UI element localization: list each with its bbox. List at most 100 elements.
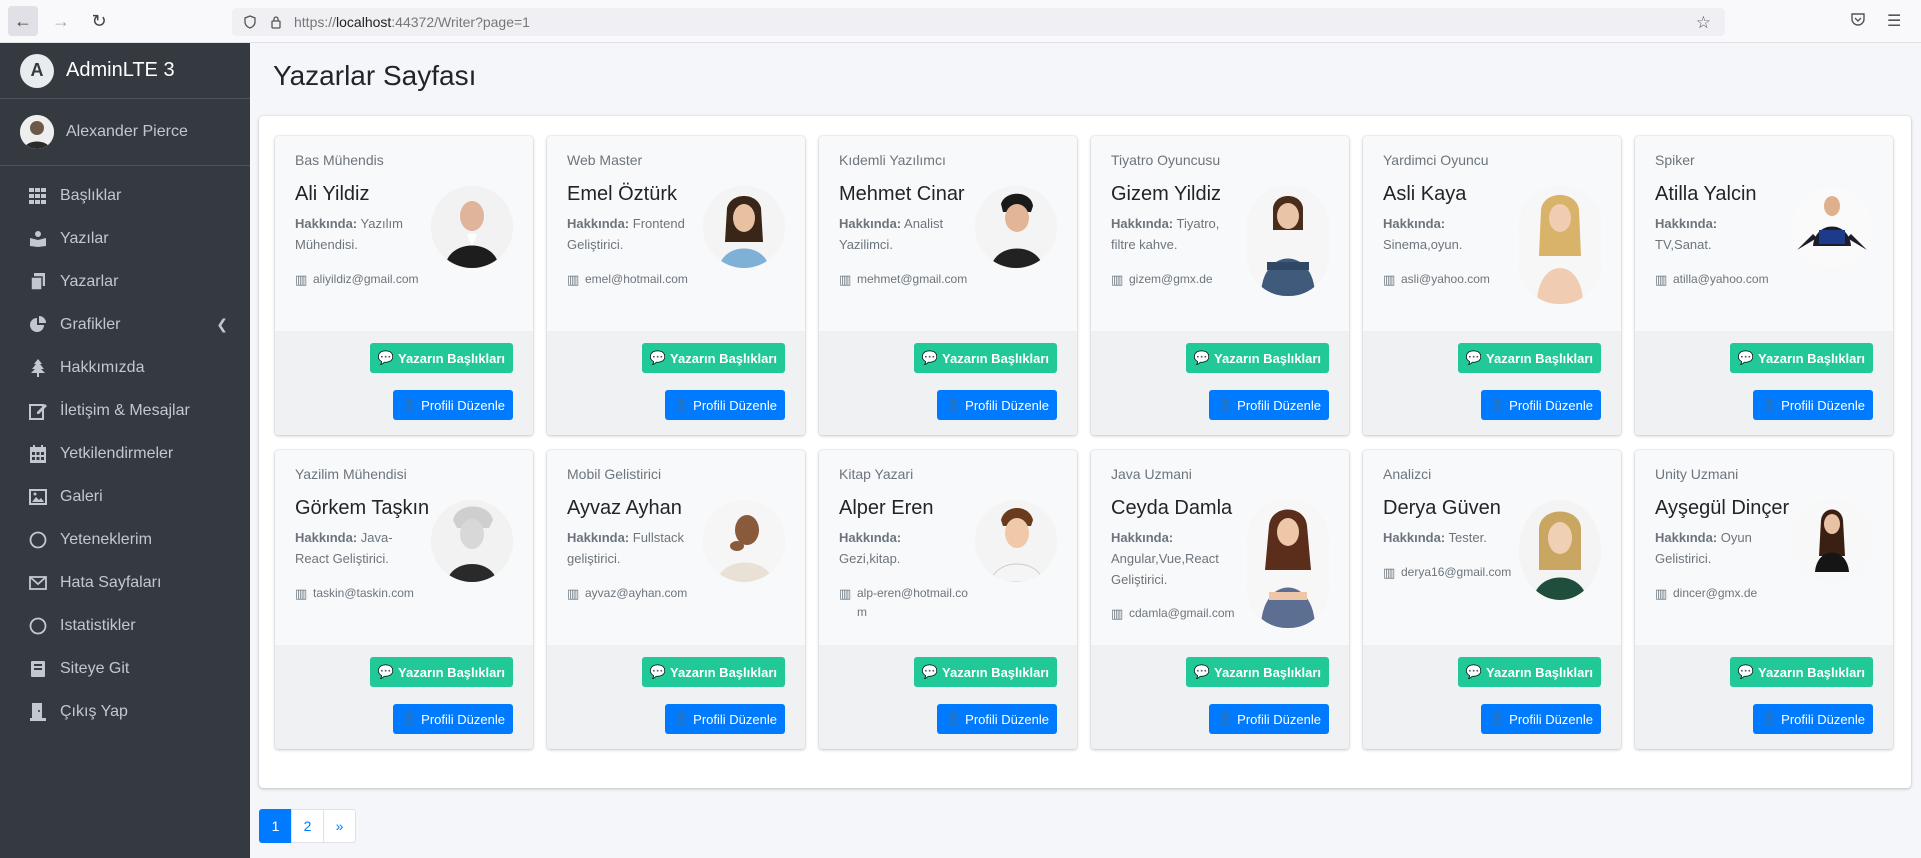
lock-icon[interactable] (268, 14, 284, 30)
button-label: Yazarın Başlıkları (1758, 664, 1865, 680)
url-scheme: https:// (294, 14, 337, 30)
email-text: asli@yahoo.com (1401, 271, 1490, 286)
about-text: Angular,Vue,React Geliştirici. (1111, 550, 1219, 587)
writer-titles-button[interactable]: 💬 Yazarın Başlıkları (1185, 657, 1329, 687)
edit-profile-button[interactable]: 👤 Profili Düzenle (1480, 390, 1601, 420)
sidebar-item-yazilar[interactable]: Yazılar (0, 217, 250, 260)
writer-email: ▥ mehmet@gmail.com (839, 270, 969, 291)
writer-titles-button[interactable]: 💬 Yazarın Başlıkları (913, 343, 1057, 373)
about-label: Hakkında: (1383, 216, 1446, 231)
writer-photo (431, 186, 513, 268)
comments-icon: 💬 (1737, 350, 1755, 365)
writer-name: Gizem Yildiz (1111, 183, 1222, 205)
writer-email: ▥ gizem@gmx.de (1111, 270, 1241, 291)
writer-card: Spiker Atilla Yalcin Hakkında: TV,Sanat.… (1635, 136, 1893, 435)
writer-titles-button[interactable]: 💬 Yazarın Başlıkları (369, 343, 513, 373)
sidebar-item-galeri[interactable]: Galeri (0, 475, 250, 518)
writer-photo (703, 500, 785, 582)
page-link-next[interactable]: » (323, 809, 356, 843)
writer-card: Java Uzmani Ceyda Damla Hakkında: Angula… (1091, 450, 1349, 749)
writer-titles-button[interactable]: 💬 Yazarın Başlıkları (1729, 657, 1873, 687)
user-icon: 👤 (672, 397, 690, 412)
shield-icon[interactable] (242, 14, 258, 30)
sidebar-item-iletisim[interactable]: İletişim & Mesajlar (0, 389, 250, 432)
chevron-left-icon[interactable]: ❮ (216, 316, 228, 333)
content-wrapper: Yazarlar Sayfası Bas Mühendis Ali Yildiz… (250, 43, 1921, 858)
writer-photo (1791, 186, 1873, 268)
writer-card: Kitap Yazari Alper Eren Hakkında: Gezi,k… (819, 450, 1077, 749)
copy-icon (28, 272, 48, 292)
button-label: Yazarın Başlıkları (1486, 664, 1593, 680)
sidebar-item-label: İletişim & Mesajlar (60, 401, 190, 419)
sidebar-item-siteye-git[interactable]: Siteye Git (0, 647, 250, 690)
comments-icon: 💬 (1193, 664, 1211, 679)
writer-titles-button[interactable]: 💬 Yazarın Başlıkları (369, 657, 513, 687)
edit-profile-button[interactable]: 👤 Profili Düzenle (392, 704, 513, 734)
writer-titles-button[interactable]: 💬 Yazarın Başlıkları (1457, 657, 1601, 687)
grid-icon (28, 186, 48, 206)
button-label: Yazarın Başlıkları (670, 350, 777, 366)
brand-link[interactable]: A AdminLTE 3 (0, 43, 250, 99)
user-icon: 👤 (1488, 397, 1506, 412)
bookmark-star-icon[interactable]: ☆ (1696, 13, 1711, 33)
writer-about: Hakkında: Fullstack geliştirici. (567, 528, 687, 570)
page-link-2[interactable]: 2 (291, 809, 324, 843)
button-label: Yazarın Başlıkları (1486, 350, 1593, 366)
button-label: Profili Düzenle (1509, 711, 1593, 727)
writer-titles-button[interactable]: 💬 Yazarın Başlıkları (1457, 343, 1601, 373)
page-title: Yazarlar Sayfası (273, 60, 477, 91)
user-icon: 👤 (400, 397, 418, 412)
reload-button[interactable]: ↻ (84, 6, 114, 36)
edit-profile-button[interactable]: 👤 Profili Düzenle (936, 390, 1057, 420)
sidebar-item-grafikler[interactable]: Grafikler ❮ (0, 303, 250, 346)
url-text[interactable]: https://localhost:44372/Writer?page=1 (294, 14, 530, 30)
edit-profile-button[interactable]: 👤 Profili Düzenle (1208, 704, 1329, 734)
sidebar-item-hata-sayfalari[interactable]: Hata Sayfaları (0, 561, 250, 604)
sidebar-item-label: Yeteneklerim (60, 530, 152, 548)
book-icon (28, 659, 48, 679)
about-text: Sinema,oyun. (1383, 236, 1463, 252)
pocket-icon[interactable] (1850, 11, 1866, 32)
hamburger-menu-icon[interactable]: ☰ (1887, 11, 1901, 31)
sidebar-item-yetkilendirmeler[interactable]: Yetkilendirmeler (0, 432, 250, 475)
edit-profile-button[interactable]: 👤 Profili Düzenle (936, 704, 1057, 734)
user-panel[interactable]: Alexander Pierce (0, 99, 250, 166)
writer-titles-button[interactable]: 💬 Yazarın Başlıkları (641, 657, 785, 687)
writer-card: Unity Uzmani Ayşegül Dinçer Hakkında: Oy… (1635, 450, 1893, 749)
sidebar-item-yazarlar[interactable]: Yazarlar (0, 260, 250, 303)
about-label: Hakkında: (839, 216, 902, 231)
writer-about: Hakkında: Oyun Gelistirici. (1655, 528, 1775, 570)
sidebar-item-basliklar[interactable]: Başlıklar (0, 174, 250, 217)
about-label: Hakkında: (567, 216, 630, 231)
writer-titles-button[interactable]: 💬 Yazarın Başlıkları (913, 657, 1057, 687)
back-button[interactable]: ← (8, 6, 38, 36)
writer-about: Hakkında: TV,Sanat. (1655, 214, 1775, 256)
edit-profile-button[interactable]: 👤 Profili Düzenle (392, 390, 513, 420)
sidebar-item-yeteneklerim[interactable]: Yeteneklerim (0, 518, 250, 561)
edit-profile-button[interactable]: 👤 Profili Düzenle (1208, 390, 1329, 420)
card-footer: 💬 Yazarın Başlıkları 👤 Profili Düzenle (1635, 645, 1893, 749)
building-icon: ▥ (295, 585, 308, 601)
sidebar-menu: Başlıklar Yazılar Yazarlar Grafikler ❮ H… (0, 166, 250, 733)
address-bar[interactable]: https://localhost:44372/Writer?page=1 ☆ (232, 8, 1725, 36)
edit-profile-button[interactable]: 👤 Profili Düzenle (1752, 704, 1873, 734)
email-text: alp-eren@hotmail.com (857, 585, 968, 619)
writer-titles-button[interactable]: 💬 Yazarın Başlıkları (1185, 343, 1329, 373)
card-footer: 💬 Yazarın Başlıkları 👤 Profili Düzenle (275, 645, 533, 749)
sidebar-item-hakkimizda[interactable]: Hakkımızda (0, 346, 250, 389)
writer-titles-button[interactable]: 💬 Yazarın Başlıkları (1729, 343, 1873, 373)
writer-role: Kitap Yazari (839, 466, 914, 482)
sidebar-item-istatistikler[interactable]: Istatistikler (0, 604, 250, 647)
edit-profile-button[interactable]: 👤 Profili Düzenle (1752, 390, 1873, 420)
edit-profile-button[interactable]: 👤 Profili Düzenle (1480, 704, 1601, 734)
forward-button[interactable]: → (46, 6, 76, 36)
edit-profile-button[interactable]: 👤 Profili Düzenle (664, 390, 785, 420)
writer-titles-button[interactable]: 💬 Yazarın Başlıkları (641, 343, 785, 373)
browser-toolbar: ← → ↻ https://localhost:44372/Writer?pag… (0, 0, 1921, 43)
brand-logo: A (20, 53, 54, 88)
page-link-1[interactable]: 1 (259, 809, 292, 843)
edit-profile-button[interactable]: 👤 Profili Düzenle (664, 704, 785, 734)
sidebar-item-cikis-yap[interactable]: Çıkış Yap (0, 690, 250, 733)
writer-about: Hakkında: Analist Yazilimci. (839, 214, 959, 256)
writer-name: Mehmet Cinar (839, 183, 965, 205)
